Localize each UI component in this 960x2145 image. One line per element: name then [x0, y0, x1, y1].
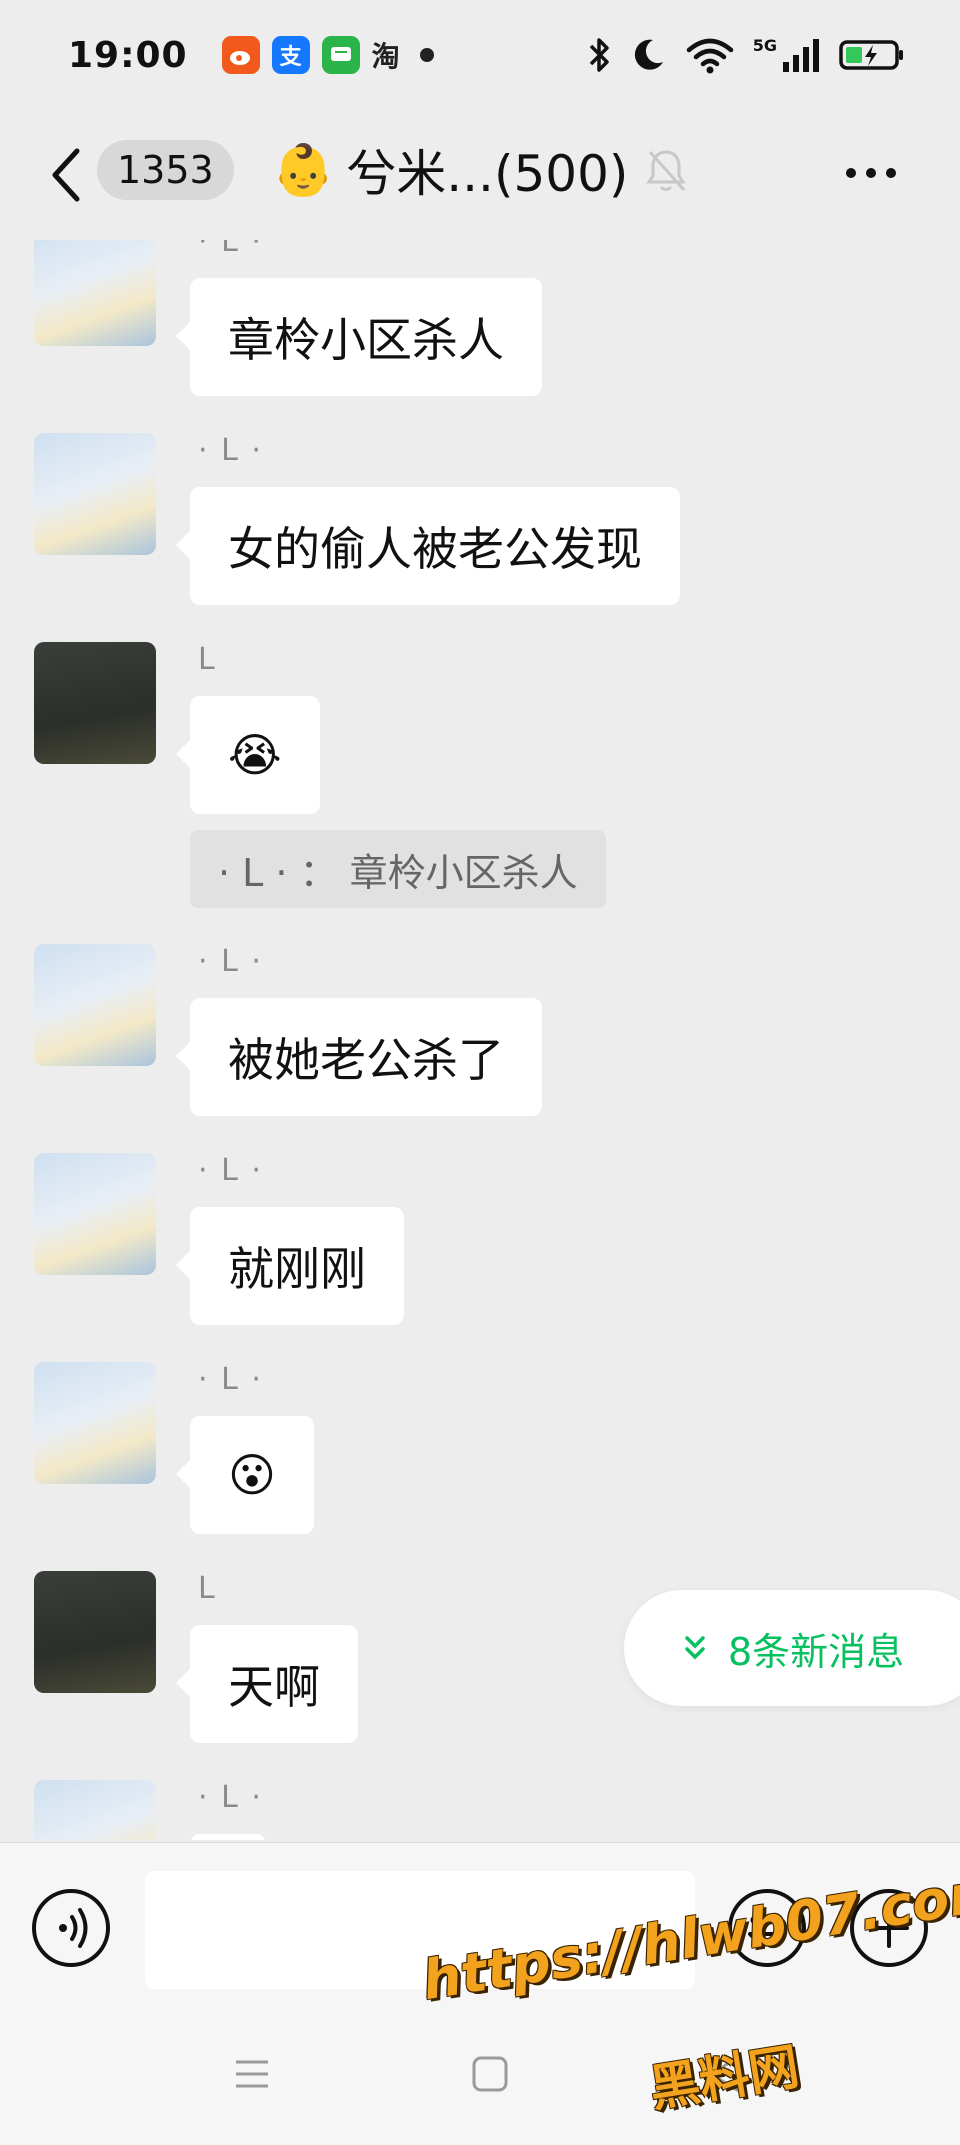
taobao-icon: 淘: [371, 40, 400, 73]
sender-name: · L ·: [198, 1780, 263, 1815]
back-button[interactable]: [40, 140, 92, 210]
avatar[interactable]: [34, 1780, 156, 1840]
double-chevron-down-icon: [685, 1636, 705, 1660]
avatar[interactable]: [34, 1362, 156, 1484]
home-button[interactable]: [470, 2054, 510, 2098]
sender-name: · L ·: [198, 1153, 263, 1188]
avatar[interactable]: [34, 1571, 156, 1693]
more-options-button[interactable]: [846, 148, 896, 198]
wechat-icon: [321, 36, 360, 74]
wifi-icon: [685, 36, 735, 74]
more-actions-button[interactable]: [848, 1887, 930, 1973]
avatar[interactable]: [34, 944, 156, 1066]
avatar[interactable]: [34, 1153, 156, 1275]
weibo-icon: [221, 36, 260, 74]
more-dot-icon: [886, 168, 896, 178]
status-time: 19:00: [68, 34, 188, 76]
back-triangle-icon: [709, 2056, 739, 2092]
avatar[interactable]: [34, 240, 156, 346]
recent-apps-button[interactable]: [232, 2054, 272, 2098]
sender-name: · L ·: [198, 433, 263, 468]
plus-icon: [850, 1889, 928, 1967]
message-bubble[interactable]: 就刚刚: [176, 1207, 404, 1325]
more-dot-icon: [866, 168, 876, 178]
alipay-icon: 支: [271, 36, 310, 74]
status-app-icons: 支 淘: [221, 36, 434, 74]
network-type: 5G: [752, 35, 777, 55]
sender-name: · L ·: [198, 944, 263, 979]
moon-icon: [629, 36, 667, 74]
menu-icon: [236, 2060, 268, 2088]
sender-name: L: [198, 642, 217, 677]
unread-count-badge[interactable]: 1353: [97, 140, 234, 200]
quoted-message[interactable]: · L · ： 章柃小区杀人: [190, 830, 606, 908]
message-input[interactable]: [145, 1871, 695, 1989]
system-navigation-bar: [0, 2020, 960, 2140]
new-messages-label: 8条新消息: [728, 1629, 905, 1674]
chat-title-text: 兮米...(500): [346, 145, 629, 203]
message-bubble[interactable]: [190, 1834, 266, 1840]
signal-icon: [781, 36, 821, 74]
notification-dot: [419, 48, 434, 62]
message-bubble[interactable]: 女的偷人被老公发现: [176, 487, 680, 605]
message-bubble[interactable]: 天啊: [176, 1625, 358, 1743]
sender-name: · L ·: [198, 1362, 263, 1397]
status-bar: 19:00 支 淘 5G: [0, 0, 960, 110]
chevron-left-icon: [52, 148, 80, 202]
message-bubble[interactable]: 😮: [176, 1416, 314, 1534]
message-bubble[interactable]: 被她老公杀了: [176, 998, 542, 1116]
new-messages-button[interactable]: 8条新消息: [624, 1590, 960, 1706]
smiley-icon: [728, 1889, 806, 1967]
voice-input-button[interactable]: [30, 1887, 112, 1973]
title-emoji: 👶: [272, 140, 335, 199]
more-dot-icon: [846, 168, 856, 178]
message-bubble[interactable]: 章柃小区杀人: [176, 278, 542, 396]
bluetooth-icon: [587, 36, 611, 74]
chat-header: 1353 👶 兮米...(500): [0, 110, 960, 240]
sender-name: · L ·: [198, 240, 263, 259]
home-square-icon: [472, 2056, 508, 2092]
avatar[interactable]: [34, 433, 156, 555]
battery-charging-icon: [839, 36, 905, 74]
voice-icon: [32, 1889, 110, 1967]
sender-name: L: [198, 1571, 217, 1606]
mute-bell-icon: [644, 146, 688, 200]
avatar[interactable]: [34, 642, 156, 764]
system-back-button[interactable]: [705, 2054, 745, 2098]
message-bubble[interactable]: 😭: [176, 696, 320, 814]
emoji-button[interactable]: [726, 1887, 808, 1973]
chat-title[interactable]: 👶 兮米...(500): [272, 138, 628, 204]
status-indicators: 5G: [587, 36, 905, 74]
